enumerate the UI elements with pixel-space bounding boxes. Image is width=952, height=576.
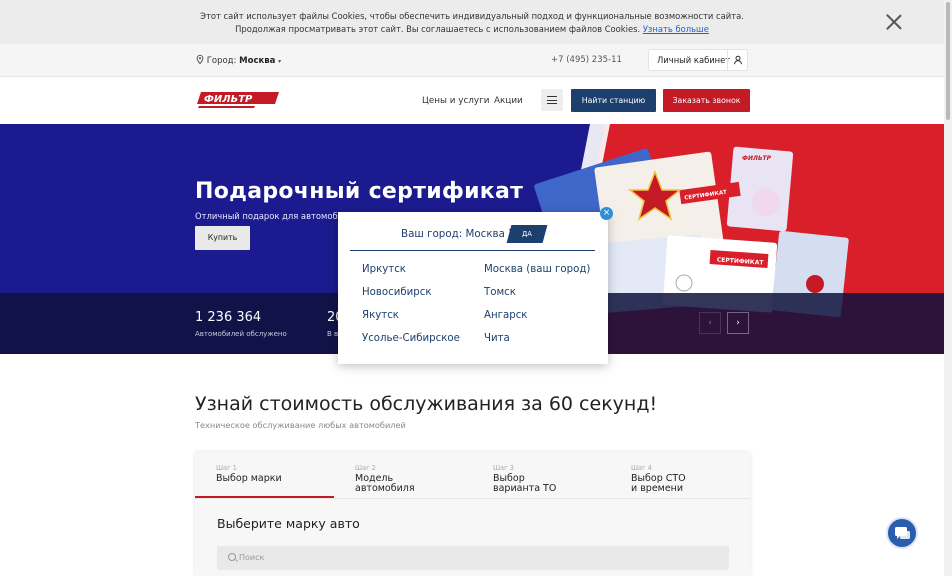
- city-question: Ваш город: Москва ?: [401, 228, 514, 240]
- city-option-tomsk[interactable]: Томск: [484, 287, 516, 298]
- city-option-moscow[interactable]: Москва (ваш город): [484, 264, 590, 275]
- city-option-novosibirsk[interactable]: Новосибирск: [362, 287, 431, 298]
- scrollbar-thumb[interactable]: [946, 2, 950, 120]
- modal-close-icon[interactable]: ×: [600, 207, 613, 220]
- modal-divider: [350, 250, 595, 252]
- city-option-angarsk[interactable]: Ангарск: [484, 310, 527, 321]
- city-option-irkutsk[interactable]: Иркутск: [362, 264, 406, 275]
- city-confirm-modal: Ваш город: Москва ? ДА Иркутск Новосибир…: [338, 212, 608, 364]
- chat-icon: [895, 527, 910, 539]
- chat-button[interactable]: [886, 517, 918, 549]
- city-option-usolye[interactable]: Усолье-Сибирское: [362, 333, 460, 344]
- city-option-yakutsk[interactable]: Якутск: [362, 310, 399, 321]
- confirm-city-label: ДА: [522, 230, 532, 238]
- confirm-city-button[interactable]: ДА: [506, 225, 548, 243]
- city-option-chita[interactable]: Чита: [484, 333, 510, 344]
